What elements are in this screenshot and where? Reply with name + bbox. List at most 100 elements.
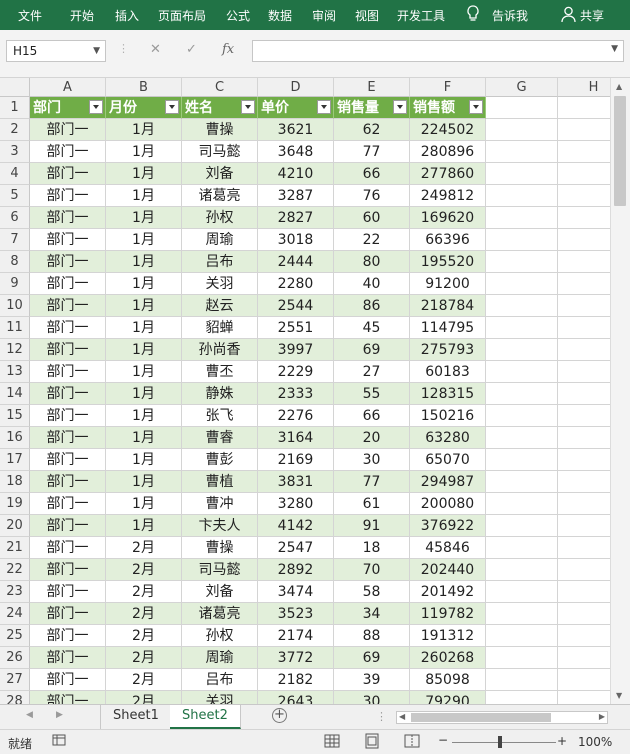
table-cell[interactable]: 曹睿 <box>182 427 258 449</box>
table-cell[interactable]: 218784 <box>410 295 486 317</box>
row-header[interactable]: 1 <box>0 97 30 119</box>
row-header[interactable]: 4 <box>0 163 30 185</box>
zoom-in-button[interactable]: + <box>557 734 567 748</box>
table-cell[interactable]: 2月 <box>106 669 182 691</box>
table-cell[interactable]: 150216 <box>410 405 486 427</box>
table-cell[interactable]: 3018 <box>258 229 334 251</box>
empty-cell[interactable] <box>486 669 558 691</box>
zoom-out-button[interactable]: − <box>438 733 448 747</box>
table-cell[interactable]: 128315 <box>410 383 486 405</box>
table-cell[interactable]: 2892 <box>258 559 334 581</box>
table-cell[interactable]: 部门一 <box>30 581 106 603</box>
row-header[interactable]: 27 <box>0 669 30 691</box>
row-header[interactable]: 22 <box>0 559 30 581</box>
table-cell[interactable]: 1月 <box>106 361 182 383</box>
table-cell[interactable]: 2174 <box>258 625 334 647</box>
table-cell[interactable]: 1月 <box>106 493 182 515</box>
table-cell[interactable]: 2182 <box>258 669 334 691</box>
table-cell[interactable]: 1月 <box>106 339 182 361</box>
vertical-scrollbar[interactable]: ▲ ▼ <box>610 78 630 704</box>
table-cell[interactable]: 刘备 <box>182 163 258 185</box>
empty-cell[interactable] <box>486 559 558 581</box>
tab-formulas[interactable]: 公式 <box>226 7 250 24</box>
table-cell[interactable]: 部门一 <box>30 515 106 537</box>
table-cell[interactable]: 部门一 <box>30 251 106 273</box>
empty-cell[interactable] <box>558 295 610 317</box>
table-cell[interactable]: 曹操 <box>182 537 258 559</box>
empty-cell[interactable] <box>558 207 610 229</box>
table-cell[interactable]: 2229 <box>258 361 334 383</box>
lightbulb-icon[interactable] <box>466 5 480 26</box>
filter-dropdown-icon[interactable] <box>393 100 407 114</box>
sheet-tab-1[interactable]: Sheet1 <box>100 705 172 729</box>
table-cell[interactable]: 18 <box>334 537 410 559</box>
check-icon[interactable]: ✓ <box>186 42 197 57</box>
row-header[interactable]: 2 <box>0 119 30 141</box>
table-cell[interactable]: 部门一 <box>30 141 106 163</box>
table-cell[interactable]: 3831 <box>258 471 334 493</box>
chevron-down-icon[interactable]: ▼ <box>93 41 100 61</box>
share-button[interactable]: 共享 <box>580 7 604 24</box>
page-layout-view-icon[interactable] <box>364 733 382 751</box>
empty-cell[interactable] <box>558 251 610 273</box>
empty-cell[interactable] <box>558 427 610 449</box>
empty-cell[interactable] <box>486 361 558 383</box>
row-header[interactable]: 13 <box>0 361 30 383</box>
empty-cell[interactable] <box>558 163 610 185</box>
table-cell[interactable]: 关羽 <box>182 691 258 704</box>
empty-cell[interactable] <box>486 471 558 493</box>
table-cell[interactable]: 1月 <box>106 229 182 251</box>
empty-cell[interactable] <box>558 361 610 383</box>
table-cell[interactable]: 3164 <box>258 427 334 449</box>
table-cell[interactable]: 65070 <box>410 449 486 471</box>
formula-input[interactable]: ▼ <box>252 40 624 62</box>
table-cell[interactable]: 275793 <box>410 339 486 361</box>
tab-review[interactable]: 审阅 <box>312 7 336 24</box>
table-cell[interactable]: 2280 <box>258 273 334 295</box>
table-cell[interactable]: 20 <box>334 427 410 449</box>
row-header[interactable]: 10 <box>0 295 30 317</box>
table-cell[interactable]: 2551 <box>258 317 334 339</box>
table-cell[interactable]: 部门一 <box>30 339 106 361</box>
table-cell[interactable]: 61 <box>334 493 410 515</box>
table-cell[interactable]: 部门一 <box>30 427 106 449</box>
tab-developer[interactable]: 开发工具 <box>397 7 445 24</box>
table-cell[interactable]: 周瑜 <box>182 647 258 669</box>
empty-cell[interactable] <box>558 625 610 647</box>
table-cell[interactable]: 3648 <box>258 141 334 163</box>
table-cell[interactable]: 刘备 <box>182 581 258 603</box>
column-header-d[interactable]: D <box>258 78 334 97</box>
add-sheet-icon[interactable]: + <box>272 708 287 723</box>
tab-data[interactable]: 数据 <box>268 7 292 24</box>
table-cell[interactable]: 部门一 <box>30 471 106 493</box>
empty-cell[interactable] <box>558 669 610 691</box>
table-cell[interactable]: 部门一 <box>30 559 106 581</box>
table-cell[interactable]: 1月 <box>106 449 182 471</box>
table-cell[interactable]: 224502 <box>410 119 486 141</box>
scroll-left-icon[interactable]: ◀ <box>399 712 405 721</box>
table-cell[interactable]: 1月 <box>106 163 182 185</box>
table-header-cell[interactable]: 单价 <box>258 97 334 119</box>
empty-cell[interactable] <box>558 405 610 427</box>
row-header[interactable]: 19 <box>0 493 30 515</box>
table-cell[interactable]: 卞夫人 <box>182 515 258 537</box>
table-cell[interactable]: 2月 <box>106 625 182 647</box>
table-cell[interactable]: 62 <box>334 119 410 141</box>
row-header[interactable]: 18 <box>0 471 30 493</box>
tab-view[interactable]: 视图 <box>355 7 379 24</box>
table-cell[interactable]: 2月 <box>106 537 182 559</box>
empty-cell[interactable] <box>558 317 610 339</box>
table-cell[interactable]: 部门一 <box>30 603 106 625</box>
table-cell[interactable]: 39 <box>334 669 410 691</box>
table-cell[interactable]: 280896 <box>410 141 486 163</box>
table-cell[interactable]: 赵云 <box>182 295 258 317</box>
column-header-e[interactable]: E <box>334 78 410 97</box>
table-cell[interactable]: 2月 <box>106 691 182 704</box>
table-cell[interactable]: 3523 <box>258 603 334 625</box>
table-cell[interactable]: 司马懿 <box>182 141 258 163</box>
table-cell[interactable]: 85098 <box>410 669 486 691</box>
row-header[interactable]: 23 <box>0 581 30 603</box>
empty-cell[interactable] <box>486 691 558 704</box>
row-header[interactable]: 28 <box>0 691 30 704</box>
empty-cell[interactable] <box>486 427 558 449</box>
